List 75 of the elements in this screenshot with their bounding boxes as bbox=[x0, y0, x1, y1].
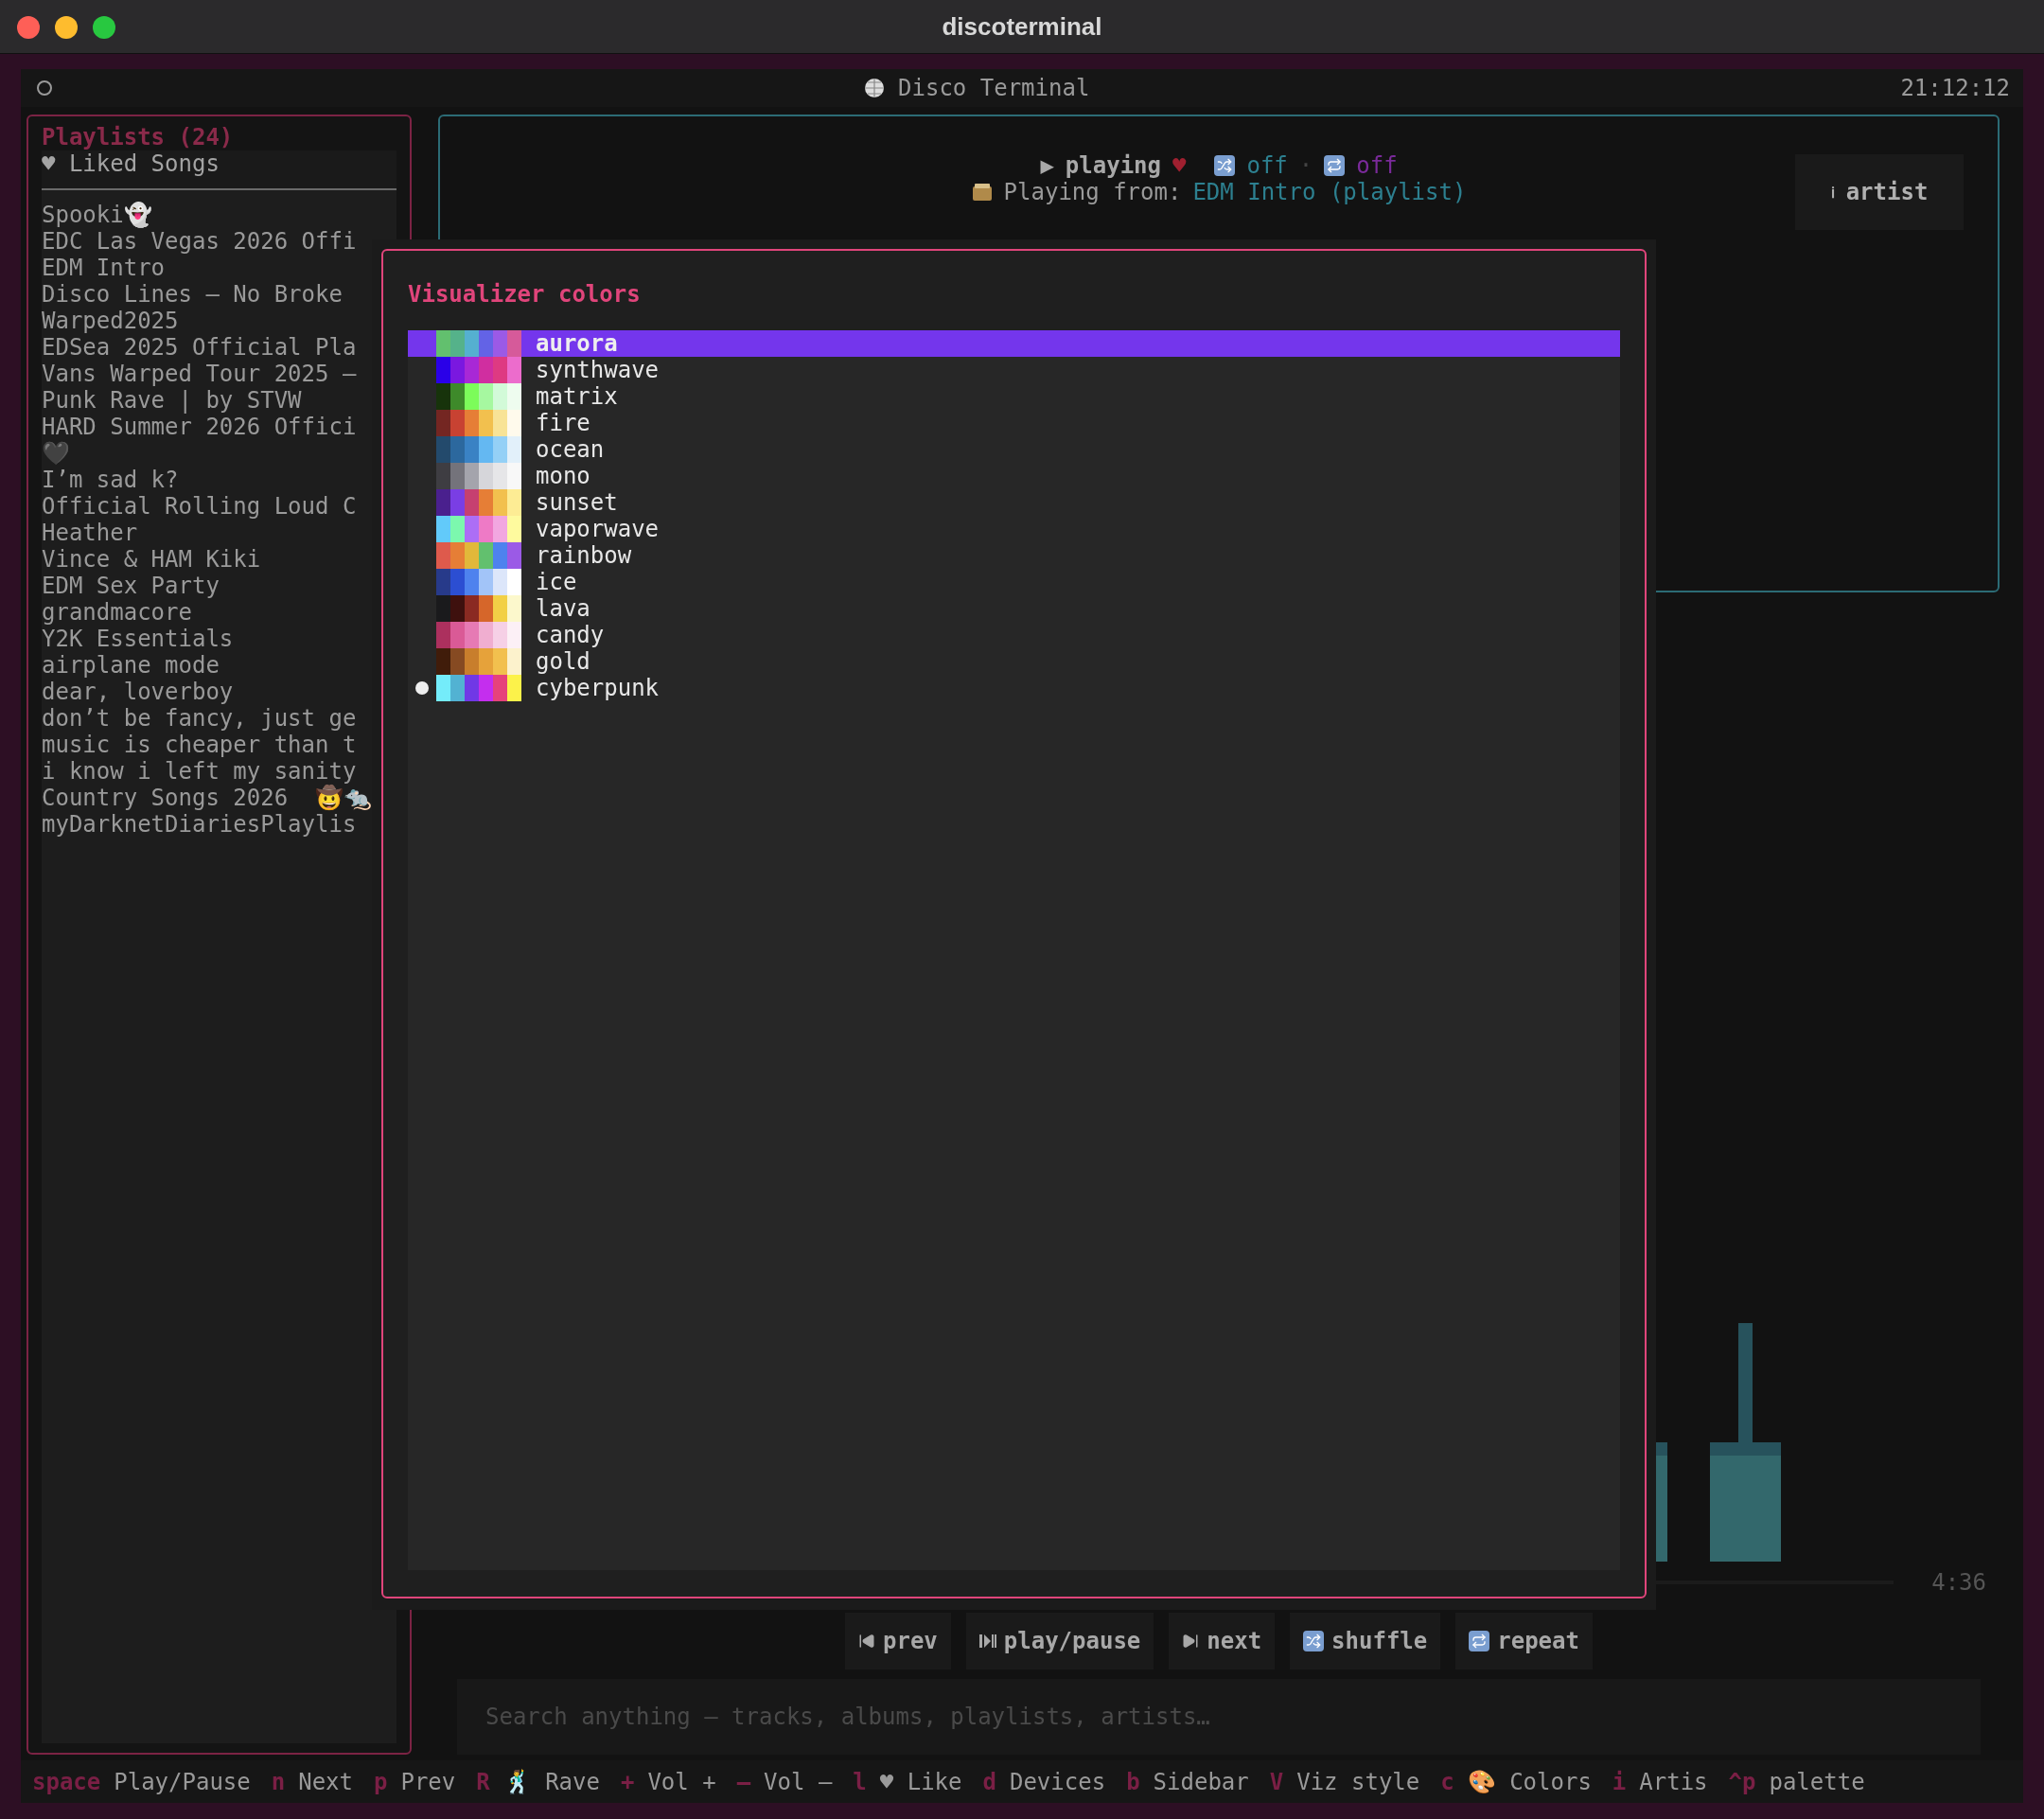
repeat-button[interactable]: repeat bbox=[1455, 1613, 1593, 1669]
color-scheme-row[interactable]: mono bbox=[408, 463, 1620, 489]
color-scheme-row[interactable]: rainbow bbox=[408, 542, 1620, 569]
shortcut-label: Vol + bbox=[647, 1768, 716, 1795]
color-scheme-row[interactable]: sunset bbox=[408, 489, 1620, 516]
color-scheme-row[interactable]: matrix bbox=[408, 383, 1620, 410]
color-scheme-row[interactable]: fire bbox=[408, 410, 1620, 436]
shortcut-label: Viz style bbox=[1296, 1768, 1420, 1795]
panel-title: Playlists (24) bbox=[42, 124, 235, 150]
maximize-button[interactable] bbox=[93, 16, 115, 39]
color-scheme-row[interactable]: vaporwave bbox=[408, 516, 1620, 542]
color-scheme-row[interactable]: ice bbox=[408, 569, 1620, 595]
color-scheme-row[interactable]: aurora bbox=[408, 330, 1620, 357]
shortcut-key: b bbox=[1126, 1768, 1140, 1795]
shuffle-icon bbox=[1303, 1631, 1325, 1651]
playpause-button[interactable]: play/pause bbox=[965, 1613, 1154, 1669]
shortcut-label: Devices bbox=[1009, 1768, 1106, 1795]
box-icon bbox=[971, 183, 993, 202]
color-scheme-row[interactable]: gold bbox=[408, 648, 1620, 675]
circle-icon bbox=[36, 79, 53, 97]
clock-time: 21:12:12 bbox=[1900, 75, 2010, 101]
color-scheme-row[interactable]: lava bbox=[408, 595, 1620, 622]
heart-icon: ♥ bbox=[1172, 152, 1187, 179]
shortcut-label: palette bbox=[1769, 1768, 1865, 1795]
repeat-icon bbox=[1469, 1631, 1490, 1651]
shortcut-key: space bbox=[32, 1768, 101, 1795]
shortcut-label: 🎨 Colors bbox=[1467, 1768, 1592, 1795]
playlist-item[interactable]: Spooki👻 bbox=[42, 202, 396, 228]
playback-state: playing bbox=[1065, 152, 1161, 179]
skip-back-icon bbox=[858, 1633, 875, 1650]
play-pause-icon bbox=[978, 1634, 996, 1649]
window-title: discoterminal bbox=[942, 11, 1102, 42]
shortcut-key: p bbox=[374, 1768, 388, 1795]
shortcut-key: i bbox=[1612, 1768, 1627, 1795]
disco-ball-icon bbox=[864, 78, 886, 98]
color-scheme-row[interactable]: ocean bbox=[408, 436, 1620, 463]
dialog-title: Visualizer colors bbox=[408, 280, 642, 309]
shortcut-label: ♥ Like bbox=[879, 1768, 962, 1795]
color-scheme-row[interactable]: candy bbox=[408, 622, 1620, 648]
source-link[interactable]: EDM Intro (playlist) bbox=[1192, 179, 1467, 205]
prev-button[interactable]: prev bbox=[845, 1613, 951, 1669]
shuffle-icon bbox=[1214, 155, 1236, 176]
shortcut-key: d bbox=[982, 1768, 996, 1795]
next-button[interactable]: next bbox=[1169, 1613, 1276, 1669]
color-scheme-row[interactable]: synthwave bbox=[408, 357, 1620, 383]
shortcut-key: R bbox=[476, 1768, 490, 1795]
shortcut-key: – bbox=[736, 1768, 751, 1795]
shortcut-label: 🕺 Rave bbox=[502, 1768, 600, 1795]
play-icon: ▶ bbox=[1040, 152, 1054, 179]
shortcut-key: V bbox=[1269, 1768, 1284, 1795]
shortcut-label: Vol – bbox=[764, 1768, 833, 1795]
color-scheme-row[interactable]: cyberpunk bbox=[408, 675, 1620, 701]
track-duration: 4:36 bbox=[1931, 1569, 1986, 1596]
separator-dot: · bbox=[1298, 152, 1313, 179]
shortcut-label: Prev bbox=[400, 1768, 456, 1795]
shortcut-key: ^p bbox=[1728, 1768, 1756, 1795]
minimize-button[interactable] bbox=[55, 16, 78, 39]
shortcut-label: Artis bbox=[1639, 1768, 1708, 1795]
close-button[interactable] bbox=[17, 16, 40, 39]
repeat-state: off bbox=[1356, 152, 1398, 179]
shuffle-button[interactable]: shuffle bbox=[1290, 1613, 1441, 1669]
shortcut-key: l bbox=[853, 1768, 867, 1795]
app-title: Disco Terminal bbox=[898, 75, 1090, 101]
shortcut-label: Play/Pause bbox=[114, 1768, 251, 1795]
shuffle-state: off bbox=[1246, 152, 1288, 179]
shortcut-key: n bbox=[271, 1768, 286, 1795]
artist-button[interactable]: ℹ artist bbox=[1795, 154, 1964, 230]
skip-forward-icon bbox=[1182, 1633, 1200, 1650]
shortcut-key: c bbox=[1440, 1768, 1454, 1795]
shortcut-label: Sidebar bbox=[1153, 1768, 1249, 1795]
repeat-icon bbox=[1324, 155, 1346, 176]
source-label: Playing from: bbox=[1003, 179, 1182, 205]
liked-songs-item[interactable]: ♥ Liked Songs bbox=[42, 150, 396, 190]
shortcut-label: Next bbox=[298, 1768, 353, 1795]
shortcut-key: + bbox=[620, 1768, 635, 1795]
